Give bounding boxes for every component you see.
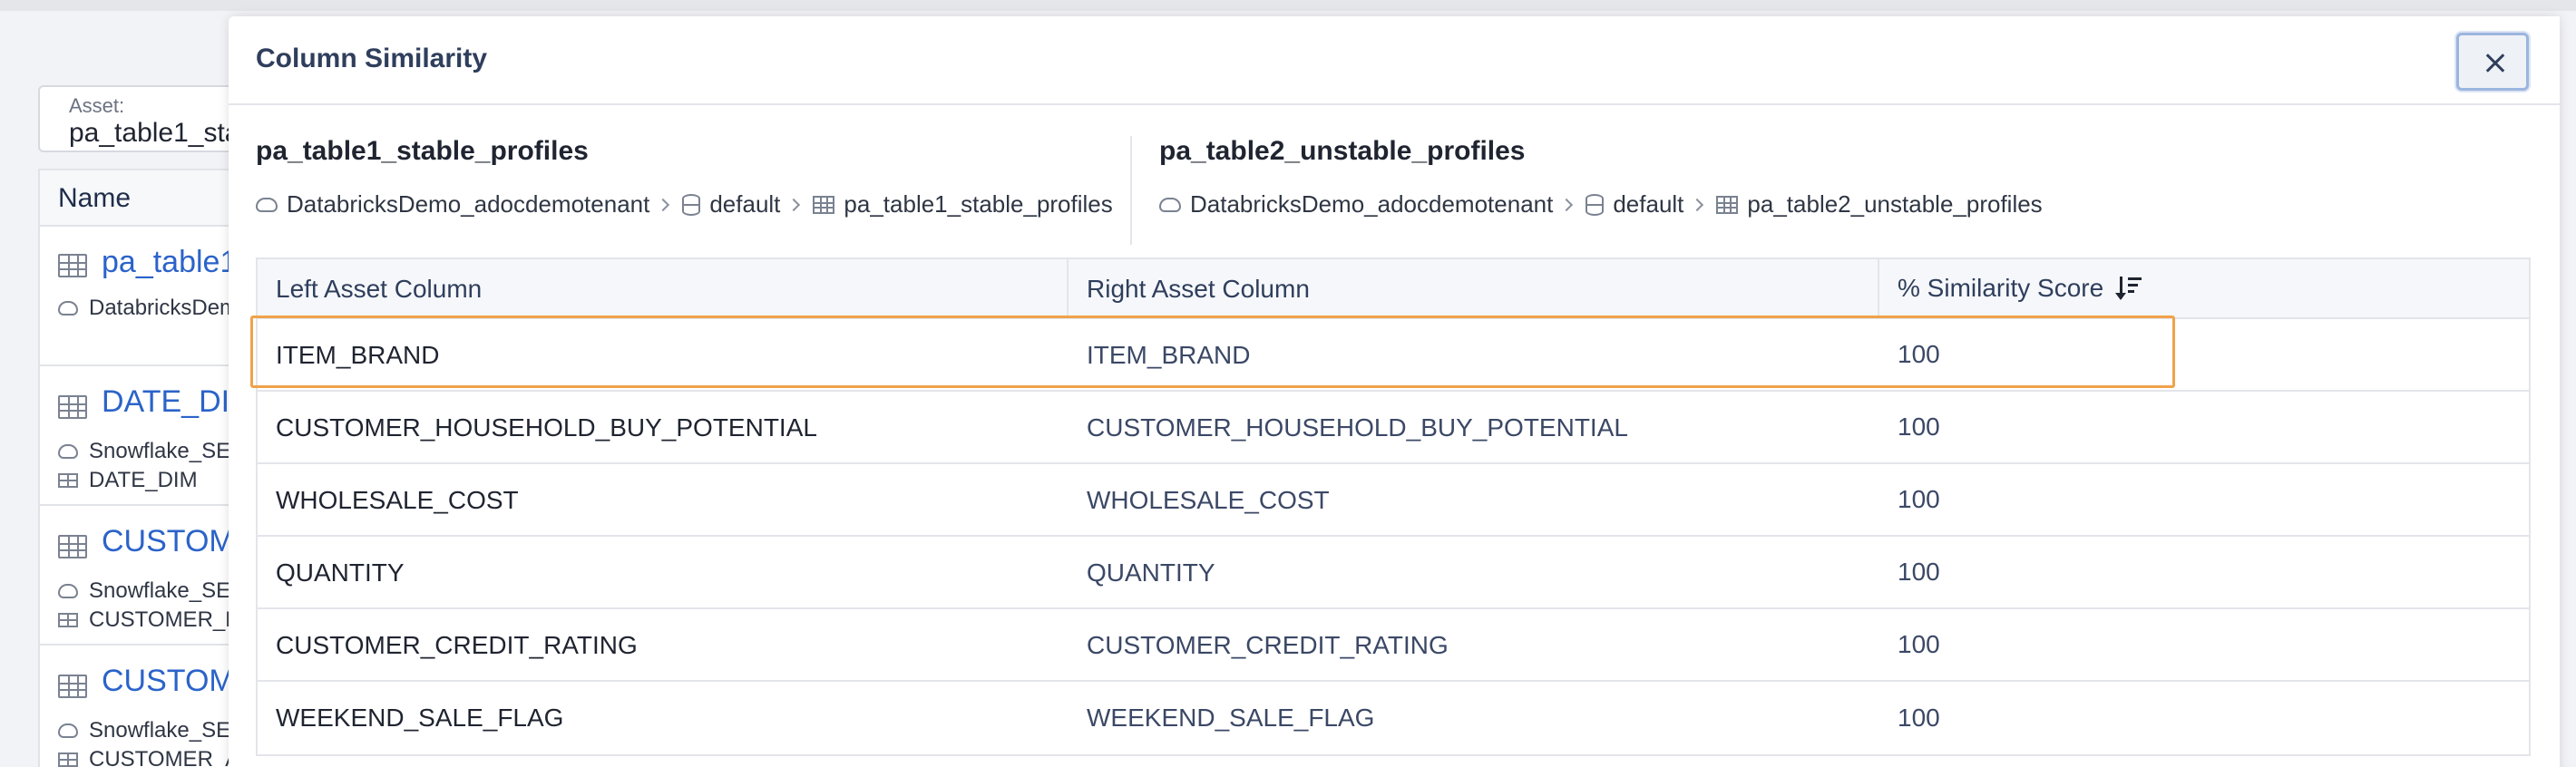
table-icon (58, 613, 78, 627)
table-row[interactable]: CUSTOMER_CREDIT_RATING CUSTOMER_CREDIT_R… (258, 609, 2529, 682)
list-item-table: DATE_DIM (58, 468, 198, 493)
left-asset-name: pa_table1_stable_profiles (256, 136, 589, 166)
breadcrumb-source[interactable]: DatabricksDemo_adocdemotenant (1190, 190, 1553, 218)
breadcrumb-table[interactable]: pa_table2_unstable_profiles (1747, 190, 2042, 218)
table-icon (58, 675, 87, 698)
top-bar (0, 0, 2576, 11)
column-header-left[interactable]: Left Asset Column (258, 259, 1068, 317)
chevron-right-icon (787, 198, 801, 211)
breadcrumb-database[interactable]: default (1613, 190, 1683, 218)
right-column-cell: WHOLESALE_COST (1087, 486, 1330, 514)
table-icon (58, 395, 87, 419)
table-row[interactable]: QUANTITY QUANTITY 100 (258, 537, 2529, 609)
score-cell: 100 (1898, 630, 1940, 658)
left-column-cell: WEEKEND_SALE_FLAG (276, 704, 564, 732)
breadcrumb-table[interactable]: pa_table1_stable_profiles (844, 190, 1112, 218)
score-cell: 100 (1898, 704, 1940, 732)
close-button[interactable] (2456, 33, 2529, 91)
chevron-right-icon (1691, 198, 1704, 211)
right-column-cell: WEEKEND_SALE_FLAG (1087, 704, 1375, 732)
score-cell: 100 (1898, 340, 1940, 368)
chevron-right-icon (657, 198, 670, 211)
similarity-table: Left Asset Column Right Asset Column % S… (256, 257, 2531, 756)
left-column-cell: ITEM_BRAND (276, 341, 440, 369)
right-asset-name: pa_table2_unstable_profiles (1159, 136, 1526, 166)
right-column-cell: ITEM_BRAND (1087, 341, 1251, 369)
breadcrumb-database[interactable]: default (709, 190, 780, 218)
left-column-cell: QUANTITY (276, 558, 405, 587)
table-icon (1716, 195, 1739, 214)
database-icon (1586, 193, 1605, 216)
left-column-cell: WHOLESALE_COST (276, 486, 519, 514)
right-asset-breadcrumb: DatabricksDemo_adocdemotenant default pa… (1159, 190, 2043, 218)
cloud-icon (58, 301, 78, 316)
table-icon (813, 195, 835, 214)
asset-filter-label: Asset: (69, 94, 125, 117)
column-header-score-label: % Similarity Score (1898, 274, 2104, 302)
table-row[interactable]: WEEKEND_SALE_FLAG WEEKEND_SALE_FLAG 100 (258, 682, 2529, 754)
left-column-cell: CUSTOMER_CREDIT_RATING (276, 631, 638, 659)
score-cell: 100 (1898, 558, 1940, 586)
sort-descending-icon[interactable] (2115, 275, 2142, 302)
chevron-right-icon (1560, 198, 1574, 211)
list-item-source: Snowflake_SE (58, 578, 230, 604)
left-column-cell: CUSTOMER_HOUSEHOLD_BUY_POTENTIAL (276, 413, 817, 442)
table-row[interactable]: CUSTOMER_HOUSEHOLD_BUY_POTENTIAL CUSTOME… (258, 392, 2529, 464)
column-similarity-modal: Column Similarity pa_table1_stable_profi… (229, 16, 2560, 767)
modal-title: Column Similarity (256, 44, 488, 73)
table-icon (58, 752, 78, 767)
cloud-icon (58, 444, 78, 459)
left-asset-info: pa_table1_stable_profiles DatabricksDemo… (256, 136, 1132, 245)
right-column-cell: CUSTOMER_CREDIT_RATING (1087, 631, 1449, 659)
score-cell: 100 (1898, 413, 1940, 441)
database-icon (682, 193, 701, 216)
table-icon (58, 254, 87, 277)
list-item-source: Snowflake_SE (58, 439, 230, 464)
column-header-score[interactable]: % Similarity Score (1879, 259, 2529, 317)
right-column-cell: QUANTITY (1087, 558, 1215, 587)
table-header: Left Asset Column Right Asset Column % S… (258, 259, 2529, 319)
table-icon (58, 473, 78, 488)
cloud-icon (1159, 197, 1181, 212)
cloud-icon (256, 197, 278, 212)
list-item-source: Snowflake_SE (58, 718, 230, 743)
left-asset-breadcrumb: DatabricksDemo_adocdemotenant default pa… (256, 190, 1113, 218)
table-icon (58, 535, 87, 558)
cloud-icon (58, 723, 78, 738)
modal-header: Column Similarity (229, 16, 2560, 105)
cloud-icon (58, 584, 78, 598)
column-header-right[interactable]: Right Asset Column (1068, 259, 1879, 317)
table-row[interactable]: WHOLESALE_COST WHOLESALE_COST 100 (258, 464, 2529, 537)
score-cell: 100 (1898, 485, 1940, 513)
right-column-cell: CUSTOMER_HOUSEHOLD_BUY_POTENTIAL (1087, 413, 1628, 442)
breadcrumb-source[interactable]: DatabricksDemo_adocdemotenant (287, 190, 649, 218)
table-row[interactable]: ITEM_BRAND ITEM_BRAND 100 (258, 319, 2529, 392)
right-asset-info: pa_table2_unstable_profiles DatabricksDe… (1159, 136, 2066, 245)
